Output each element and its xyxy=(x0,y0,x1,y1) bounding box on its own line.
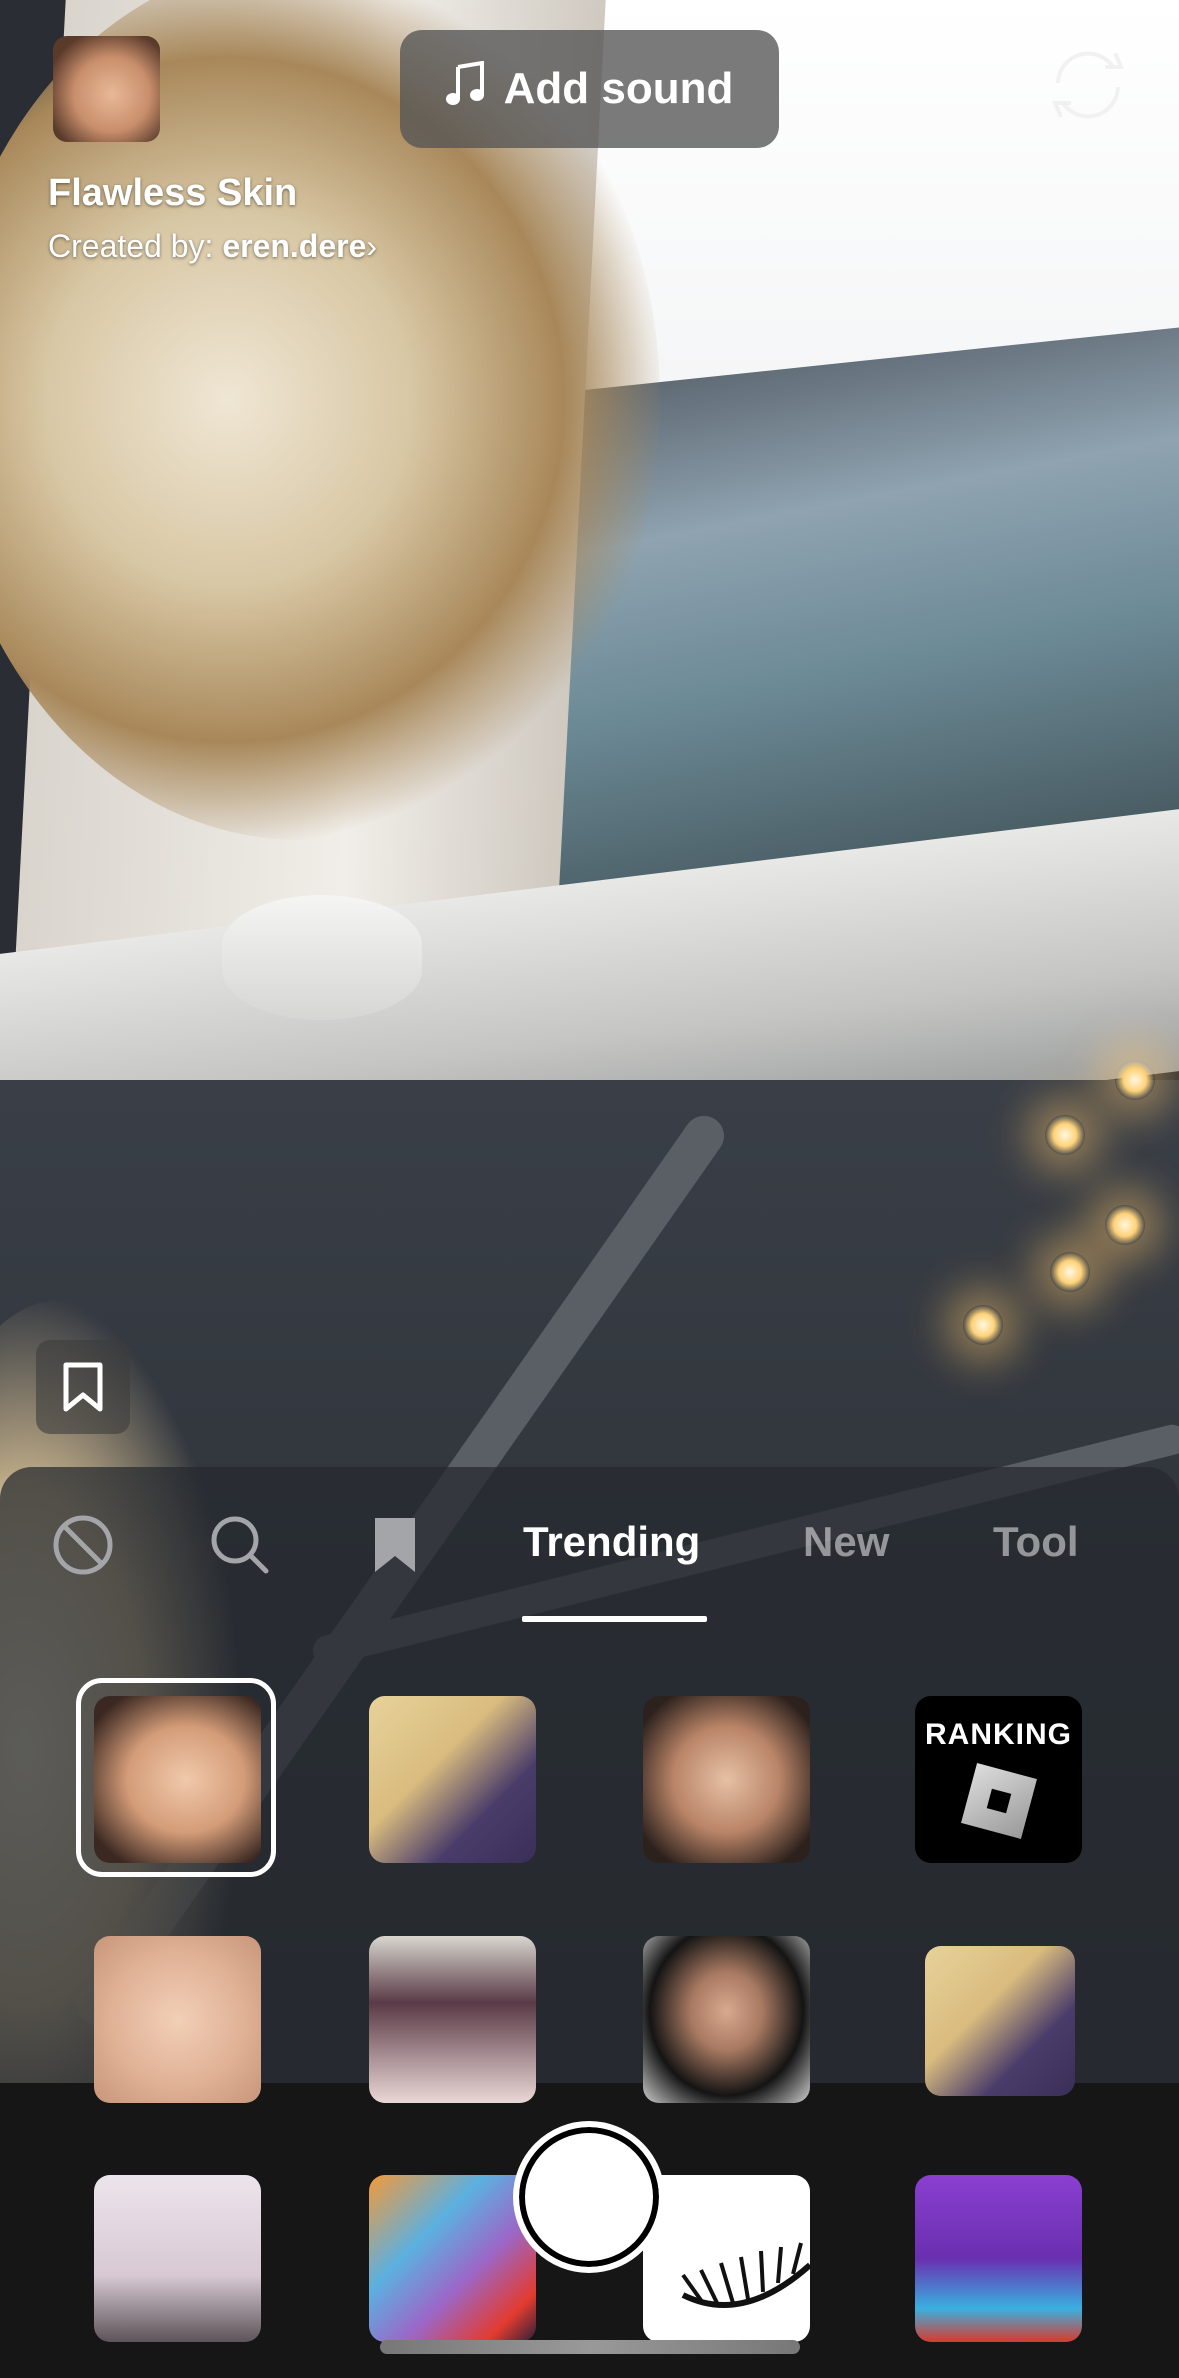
chevron-right-icon: › xyxy=(366,228,378,264)
effect-tile[interactable] xyxy=(369,1696,536,1863)
light-bulb xyxy=(1050,1252,1090,1292)
effect-tile[interactable] xyxy=(925,1946,1075,2096)
effect-tile[interactable] xyxy=(643,1696,810,1863)
add-sound-label: Add sound xyxy=(503,64,734,113)
search-icon[interactable] xyxy=(205,1510,275,1580)
tab-tool[interactable]: Tool xyxy=(993,1518,1079,1566)
tab-new[interactable]: New xyxy=(803,1518,889,1566)
no-effect-icon[interactable] xyxy=(48,1510,118,1580)
effect-thumbnail[interactable] xyxy=(53,36,160,142)
music-note-icon xyxy=(445,60,486,118)
eyelash-icon xyxy=(681,2242,810,2308)
record-button[interactable] xyxy=(513,2121,665,2273)
flip-camera-icon[interactable] xyxy=(1043,45,1133,125)
ceiling-sensor xyxy=(222,895,422,1020)
home-indicator xyxy=(380,2340,800,2354)
effect-tile[interactable] xyxy=(94,1936,261,2103)
light-bulb xyxy=(1105,1205,1145,1245)
effect-tile[interactable] xyxy=(643,1936,810,2103)
effect-creator-link[interactable]: Created by: eren.dere› xyxy=(48,228,377,265)
bookmark-icon xyxy=(63,1362,103,1412)
effect-tile[interactable] xyxy=(369,1936,536,2103)
tab-trending[interactable]: Trending xyxy=(523,1518,700,1566)
effect-tile[interactable] xyxy=(915,2175,1082,2342)
add-sound-button[interactable]: Add sound xyxy=(400,30,779,148)
light-bulb xyxy=(1045,1115,1085,1155)
active-tab-indicator xyxy=(522,1616,707,1622)
effect-tile-eyelashes[interactable] xyxy=(643,2175,810,2342)
effect-tile[interactable] xyxy=(94,2175,261,2342)
creator-name: eren.dere xyxy=(222,228,367,264)
save-effect-button[interactable] xyxy=(36,1340,130,1434)
effect-title: Flawless Skin xyxy=(48,172,298,214)
effect-tile[interactable] xyxy=(369,2175,536,2342)
effect-tile-flawless-skin[interactable] xyxy=(94,1696,261,1863)
light-bulb xyxy=(963,1305,1003,1345)
created-by-label: Created by: xyxy=(48,228,214,264)
ranking-label: RANKING xyxy=(925,1718,1072,1751)
effect-tile-ranking[interactable]: RANKING xyxy=(915,1696,1082,1863)
bookmark-icon[interactable] xyxy=(360,1510,430,1580)
light-bulb xyxy=(1115,1060,1155,1100)
roblox-logo-icon xyxy=(960,1763,1037,1839)
